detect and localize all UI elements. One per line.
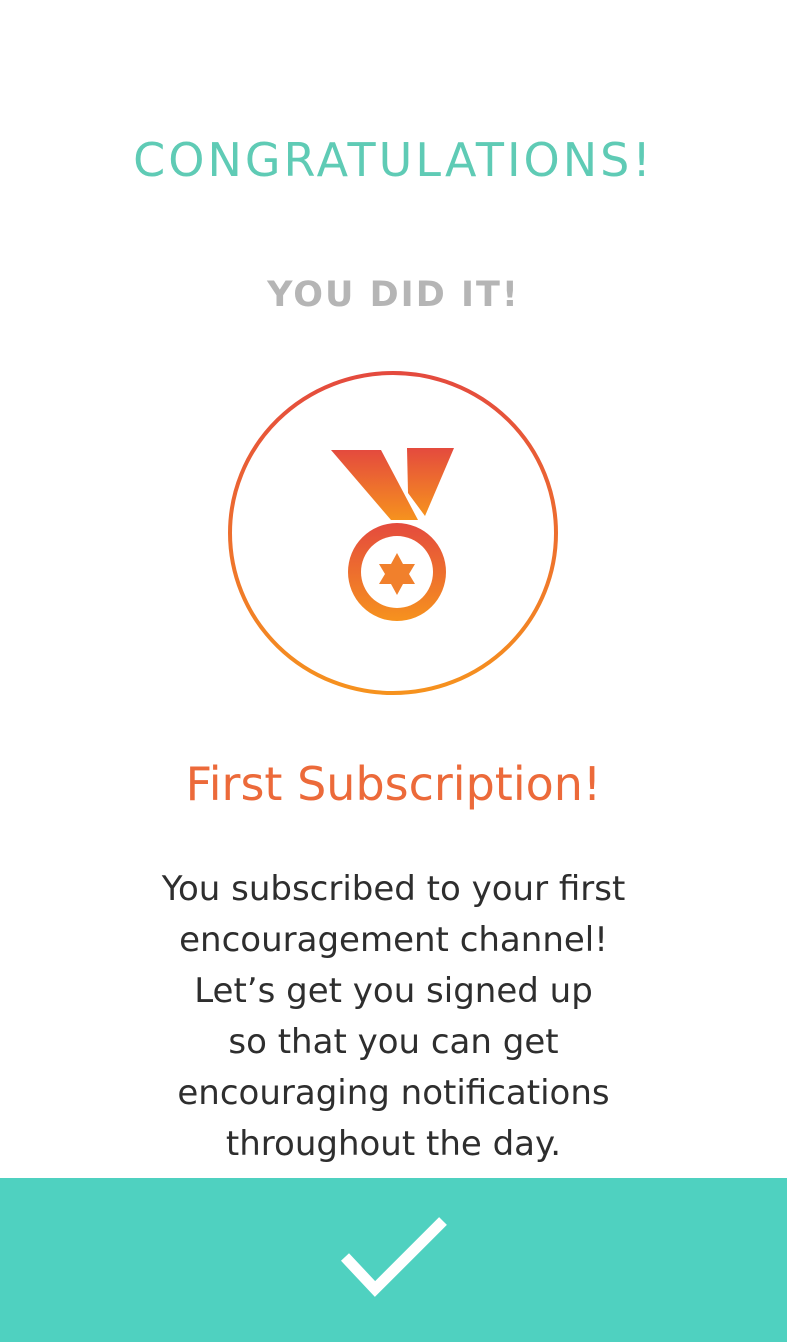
medal-icon bbox=[228, 371, 558, 695]
achievement-title: First Subscription! bbox=[185, 757, 602, 811]
achievement-screen: CONGRATULATIONS! YOU DID IT! First Subsc… bbox=[0, 0, 787, 1342]
subheadline: YOU DID IT! bbox=[267, 275, 520, 315]
description-line: Let’s get you signed up bbox=[194, 971, 593, 1011]
description-line: throughout the day. bbox=[225, 1124, 562, 1164]
checkmark-icon bbox=[340, 1217, 447, 1297]
achievement-description: You subscribed to your first encourageme… bbox=[60, 864, 727, 1170]
confirm-button[interactable] bbox=[0, 1178, 787, 1342]
description-line: so that you can get bbox=[228, 1022, 559, 1062]
ribbon-right bbox=[407, 448, 454, 516]
ribbon-left bbox=[331, 450, 418, 520]
headline: CONGRATULATIONS! bbox=[133, 133, 654, 187]
description-line: encouraging notifications bbox=[177, 1073, 610, 1113]
achievement-badge bbox=[225, 368, 561, 698]
description-line: You subscribed to your first bbox=[161, 869, 626, 909]
description-line: encouragement channel! bbox=[179, 920, 608, 960]
